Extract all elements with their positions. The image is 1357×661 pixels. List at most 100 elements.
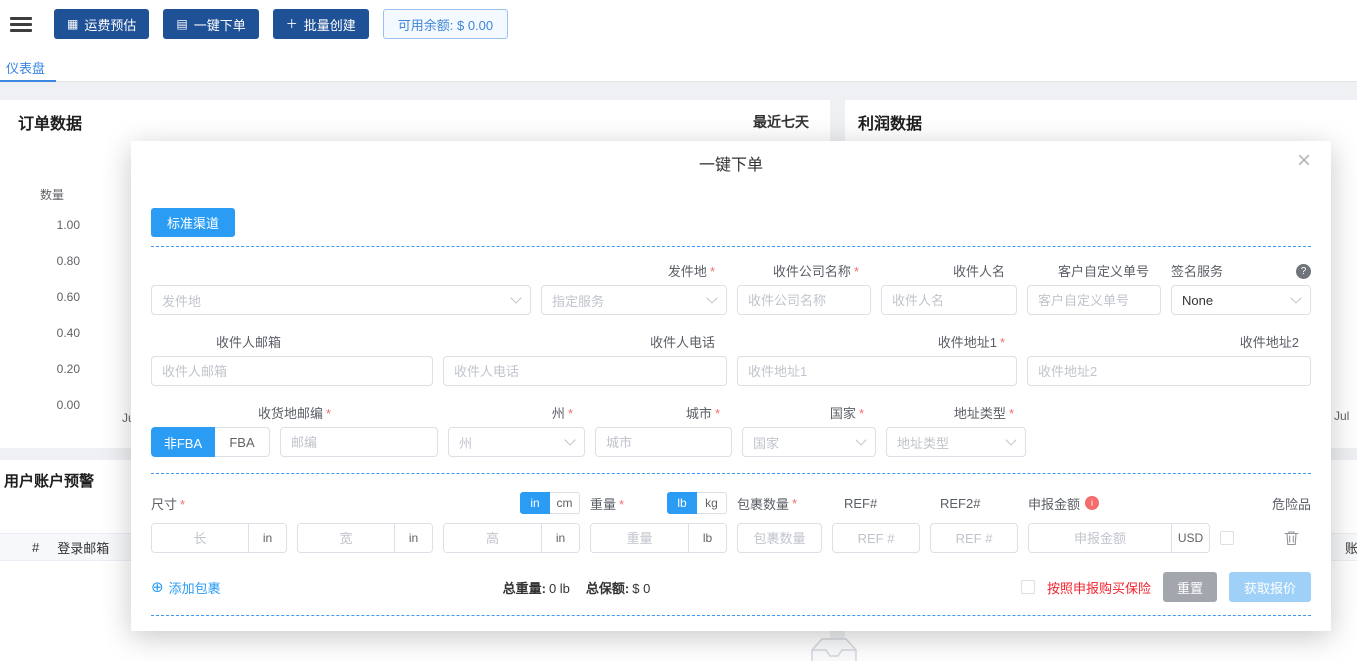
- standard-channel-button[interactable]: 标准渠道: [151, 208, 236, 237]
- col-header-index: #: [32, 539, 40, 555]
- reset-button[interactable]: 重置: [1163, 572, 1217, 602]
- country-select[interactable]: 国家: [742, 427, 876, 457]
- width-unit-suffix: in: [394, 524, 432, 552]
- batch-create-button[interactable]: ＋ 批量创建: [272, 9, 369, 39]
- available-balance-button[interactable]: 可用余额: $ 0.00: [382, 9, 509, 39]
- state-select[interactable]: 州: [448, 427, 585, 457]
- modal-title: 一键下单: [698, 157, 763, 174]
- tab-dashboard[interactable]: 仪表盘: [6, 58, 45, 77]
- height-input[interactable]: [444, 524, 541, 552]
- delete-package-button[interactable]: [1284, 530, 1299, 546]
- length-unit-suffix: in: [248, 524, 286, 552]
- unit-lb-toggle[interactable]: lb: [667, 492, 697, 514]
- signature-service-select[interactable]: None: [1171, 285, 1311, 315]
- address1-label: 收件地址1 *: [937, 335, 1005, 350]
- chevron-down-icon: [855, 433, 867, 446]
- recipient-name-input[interactable]: [881, 285, 1017, 315]
- one-click-order-modal: 一键下单 × 标准渠道 发件地 发件地 * 指定服务 收件公司名称 * 收件公司…: [131, 141, 1331, 631]
- order-data-title: 订单数据: [18, 116, 83, 133]
- length-input[interactable]: [152, 524, 248, 552]
- insurance-checkbox[interactable]: [1020, 580, 1035, 594]
- size-label: 尺寸 *: [151, 496, 186, 512]
- package-qty-input[interactable]: [737, 523, 822, 553]
- freight-estimate-button[interactable]: ▦ 运费预估: [54, 9, 150, 39]
- zip-label: 收货地邮编 *: [257, 406, 332, 421]
- chart-y-tick: 1.00: [56, 218, 80, 232]
- chevron-down-icon: [1290, 291, 1302, 304]
- weight-label: 重量 *: [590, 496, 625, 512]
- close-icon[interactable]: ×: [1297, 149, 1311, 173]
- size-unit-toggle: in cm: [520, 492, 580, 514]
- empty-state-box-icon: [811, 638, 857, 661]
- weight-input[interactable]: [591, 524, 688, 552]
- address2-label: 收件地址2: [1239, 335, 1299, 350]
- divider-middle: [151, 473, 1311, 474]
- form-row-3: 收货地邮编* 非FBA FBA 州* 州 城市*: [131, 405, 1331, 457]
- get-quote-button[interactable]: 获取报价: [1229, 572, 1311, 602]
- form-row-1: 发件地 发件地* 指定服务 收件公司名称* 收件人名: [131, 263, 1331, 315]
- profit-data-title: 利润数据: [858, 116, 923, 133]
- help-icon[interactable]: ?: [1296, 264, 1311, 279]
- chart-y-tick: 0.20: [56, 362, 80, 376]
- recipient-phone-label: 收件人电话: [649, 335, 715, 350]
- hazard-checkbox[interactable]: [1220, 531, 1234, 545]
- unit-kg-toggle[interactable]: kg: [697, 492, 727, 514]
- menu-icon[interactable]: [10, 16, 32, 32]
- sender-location-select[interactable]: 发件地: [151, 285, 531, 315]
- info-icon[interactable]: i: [1085, 496, 1100, 510]
- tab-active-underline: [0, 80, 56, 82]
- chevron-down-icon: [706, 291, 718, 304]
- recipient-phone-input[interactable]: [443, 356, 727, 386]
- divider-bottom: [151, 615, 1311, 616]
- fba-toggle-group: 非FBA FBA: [151, 427, 270, 457]
- chart-y-tick: 0.00: [56, 398, 80, 412]
- modal-titlebar: 一键下单 ×: [131, 141, 1331, 185]
- recipient-email-input[interactable]: [151, 356, 433, 386]
- address-type-select[interactable]: 地址类型: [886, 427, 1026, 457]
- last-seven-days-filter[interactable]: 最近七天: [753, 112, 809, 132]
- one-click-order-button[interactable]: ▤ 一键下单: [163, 9, 259, 39]
- signature-service-label: 签名服务: [1171, 264, 1224, 279]
- calculator-icon: ▦: [67, 17, 79, 31]
- insurance-checkbox-label[interactable]: 按照申报购买保险: [1047, 578, 1151, 597]
- address1-input[interactable]: [737, 356, 1017, 386]
- form-row-2: 收件人邮箱 收件人电话 收件地址1* 收件地址2: [131, 334, 1331, 386]
- company-name-input[interactable]: [737, 285, 871, 315]
- zip-input[interactable]: [280, 427, 438, 457]
- divider-top: [151, 246, 1311, 247]
- fba-toggle[interactable]: FBA: [215, 427, 270, 457]
- package-input-row: in in in lb USD: [131, 523, 1331, 553]
- unit-cm-toggle[interactable]: cm: [550, 492, 580, 514]
- non-fba-toggle[interactable]: 非FBA: [151, 427, 215, 457]
- ref-input[interactable]: [832, 523, 920, 553]
- chevron-down-icon: [510, 291, 522, 304]
- ref2-input[interactable]: [930, 523, 1018, 553]
- unit-in-toggle[interactable]: in: [520, 492, 550, 514]
- hazard-label: 危险品: [1271, 496, 1311, 512]
- package-label-row: 尺寸* in cm 重量* lb kg 包裹数量* REF# REF2#: [131, 492, 1331, 514]
- sender-location-label: 发件地 *: [667, 264, 715, 279]
- custom-order-no-input[interactable]: [1027, 285, 1161, 315]
- col-header-email: 登录邮箱: [57, 540, 110, 556]
- chevron-down-icon: [564, 433, 576, 446]
- add-package-link[interactable]: ⊕ 添加包裹: [151, 578, 221, 597]
- address-type-label: 地址类型 *: [953, 406, 1014, 421]
- declared-value-label: 申报金额: [1028, 496, 1081, 512]
- chart-x-tick-right: Jul: [1334, 409, 1350, 423]
- chart-y-axis-label: 数量: [40, 188, 65, 202]
- custom-order-no-label: 客户自定义单号: [1057, 264, 1149, 279]
- top-toolbar: ▦ 运费预估 ▤ 一键下单 ＋ 批量创建 可用余额: $ 0.00: [0, 0, 1357, 48]
- weight-unit-toggle: lb kg: [667, 492, 727, 514]
- designated-service-select[interactable]: 指定服务: [541, 285, 727, 315]
- modal-footer: ⊕ 添加包裹 总重量: 0 lb 总保额: $ 0 按照申报购买保险 重置 获取报价: [131, 572, 1331, 602]
- address2-input[interactable]: [1027, 356, 1311, 386]
- declared-value-input[interactable]: [1029, 524, 1171, 552]
- qty-label: 包裹数量 *: [737, 495, 798, 512]
- weight-unit-suffix: lb: [688, 524, 726, 552]
- width-input[interactable]: [298, 524, 394, 552]
- total-insurance: 总保额: $ 0: [585, 580, 651, 596]
- city-input[interactable]: [595, 427, 732, 457]
- recipient-name-label: 收件人名: [952, 264, 1005, 279]
- currency-suffix: USD: [1171, 524, 1209, 552]
- height-unit-suffix: in: [541, 524, 579, 552]
